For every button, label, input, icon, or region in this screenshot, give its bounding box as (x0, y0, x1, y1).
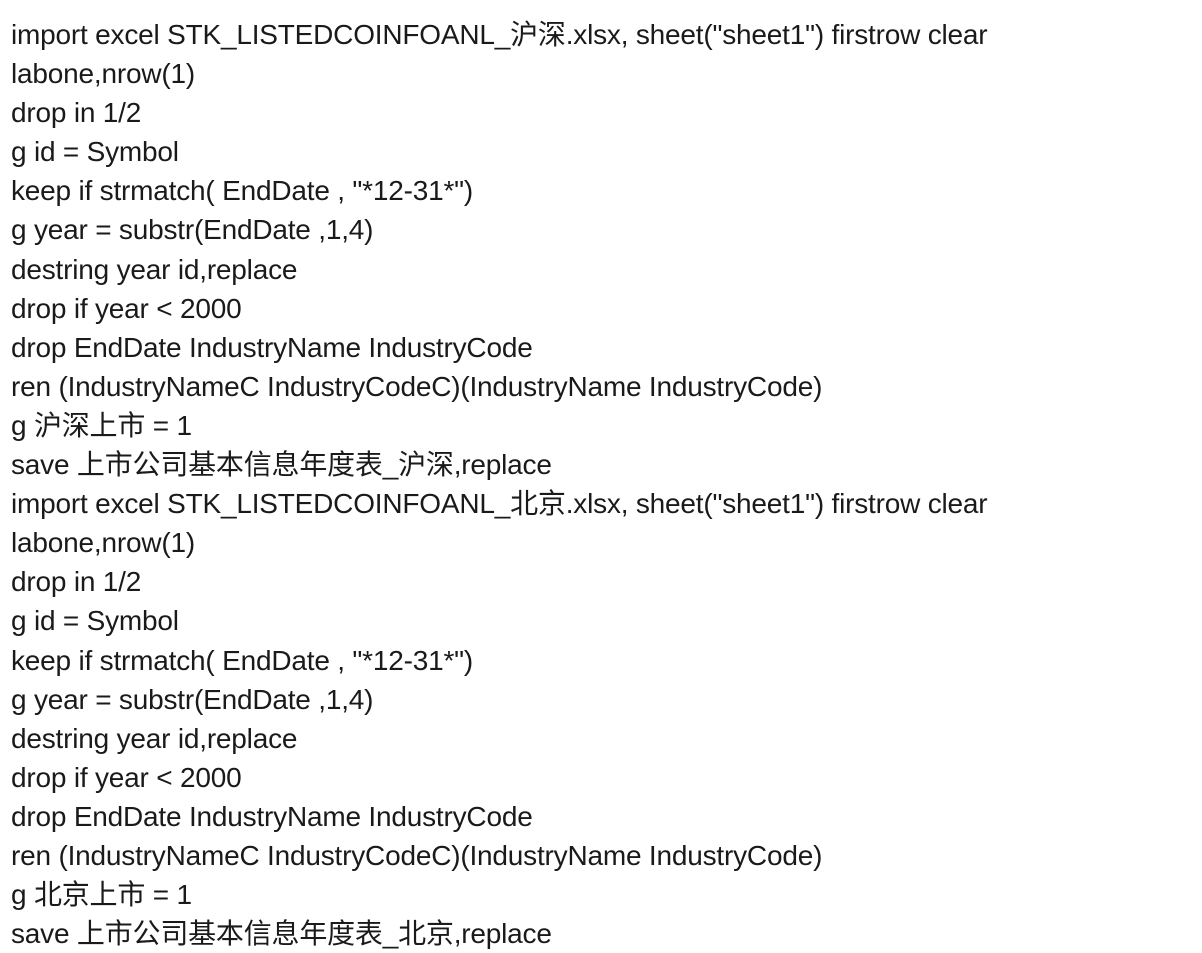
code-line: g id = Symbol (11, 136, 179, 168)
code-line: import excel STK_LISTEDCOINFOANL_北京.xlsx… (11, 488, 988, 520)
code-line: import excel STK_LISTEDCOINFOANL_沪深.xlsx… (11, 19, 988, 50)
code-line: g 北京上市 = 1 (11, 879, 192, 911)
code-line: labone,nrow(1) (11, 527, 195, 559)
code-line: g year = substr(EndDate ,1,4) (11, 683, 374, 715)
code-line: g id = Symbol (11, 605, 179, 637)
code-line: drop EndDate IndustryName IndustryCode (11, 331, 533, 363)
code-line: drop in 1/2 (11, 97, 142, 129)
code-line: keep if strmatch( EndDate , "*12-31*") (11, 644, 474, 676)
code-line: drop if year < 2000 (11, 292, 242, 324)
code-document: import excel STK_LISTEDCOINFOANL_沪深.xlsx… (11, 15, 988, 953)
code-line: keep if strmatch( EndDate , "*12-31*") (11, 175, 474, 207)
code-line: ren (IndustryNameC IndustryCodeC)(Indust… (11, 839, 823, 871)
code-line: save 上市公司基本信息年度表_沪深,replace (11, 449, 552, 481)
code-line: labone,nrow(1) (11, 58, 195, 90)
code-line: destring year id,replace (11, 253, 298, 285)
code-line: drop in 1/2 (11, 566, 142, 598)
code-line: ren (IndustryNameC IndustryCodeC)(Indust… (11, 370, 823, 402)
code-line: drop if year < 2000 (11, 761, 242, 793)
code-line: drop EndDate IndustryName IndustryCode (11, 800, 533, 832)
code-line: g 沪深上市 = 1 (11, 409, 192, 441)
code-line: destring year id,replace (11, 722, 298, 754)
code-line: save 上市公司基本信息年度表_北京,replace (11, 918, 552, 950)
code-line: g year = substr(EndDate ,1,4) (11, 214, 374, 246)
